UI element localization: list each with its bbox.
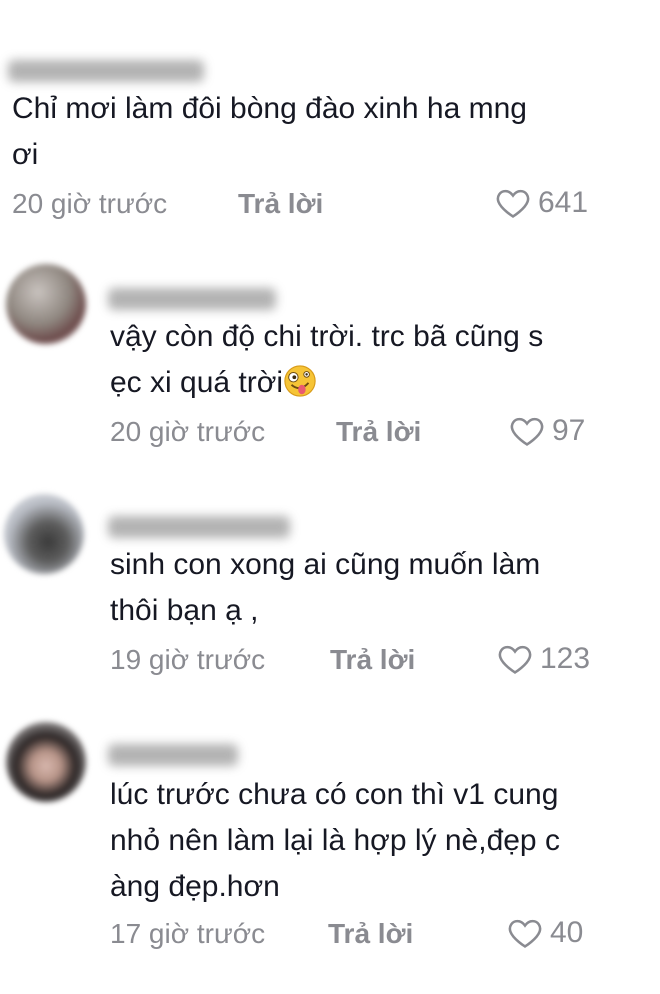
comment-timestamp: 17 giờ trước	[110, 918, 266, 949]
username-blurred[interactable]	[108, 744, 238, 766]
comment-timestamp: 20 giờ trước	[12, 188, 168, 219]
comment-meta: 17 giờ trước Trả lời 40	[110, 916, 610, 958]
like-count: 40	[550, 916, 584, 949]
comment-timestamp: 20 giờ trước	[110, 416, 266, 447]
comment-timestamp: 19 giờ trước	[110, 644, 266, 675]
like-count: 123	[540, 642, 591, 675]
username-blurred[interactable]	[108, 516, 290, 538]
like-count: 97	[552, 414, 586, 447]
like-button[interactable]: 641	[494, 184, 588, 222]
like-button[interactable]: 123	[496, 640, 590, 678]
reply-button[interactable]: Trả lời	[238, 188, 323, 220]
username-blurred[interactable]	[8, 60, 204, 82]
comment-text: sinh con xong ai cũng muốn làm thôi bạn …	[110, 548, 541, 627]
comment-text: Chỉ mơi làm đôi bòng đào xinh ha mng ơi	[12, 92, 527, 171]
reply-button[interactable]: Trả lời	[328, 918, 413, 950]
reply-button[interactable]: Trả lời	[330, 644, 415, 676]
comment-meta: 20 giờ trước Trả lời 97	[110, 414, 610, 456]
zany-face-emoji	[284, 365, 316, 397]
like-button[interactable]: 40	[506, 914, 583, 952]
like-count: 641	[538, 186, 589, 219]
reply-button[interactable]: Trả lời	[336, 416, 421, 448]
like-button[interactable]: 97	[508, 412, 585, 450]
heart-outline-icon	[496, 189, 530, 218]
comment-text: vậy còn độ chi trời. trc bã cũng s ẹc xi…	[110, 314, 630, 406]
username-blurred[interactable]	[108, 288, 276, 310]
avatar[interactable]	[6, 264, 86, 344]
comment-meta: 19 giờ trước Trả lời 123	[110, 642, 610, 684]
avatar[interactable]	[6, 722, 86, 802]
comment-meta: 20 giờ trước Trả lời 641	[12, 186, 612, 228]
comment-text-content: vậy còn độ chi trời. trc bã cũng s ẹc xi…	[110, 320, 544, 399]
avatar[interactable]	[4, 494, 84, 574]
comment-text: lúc trước chưa có con thì v1 cung nhỏ nê…	[110, 778, 560, 903]
heart-outline-icon	[510, 417, 544, 446]
heart-outline-icon	[498, 645, 532, 674]
heart-outline-icon	[508, 919, 542, 948]
